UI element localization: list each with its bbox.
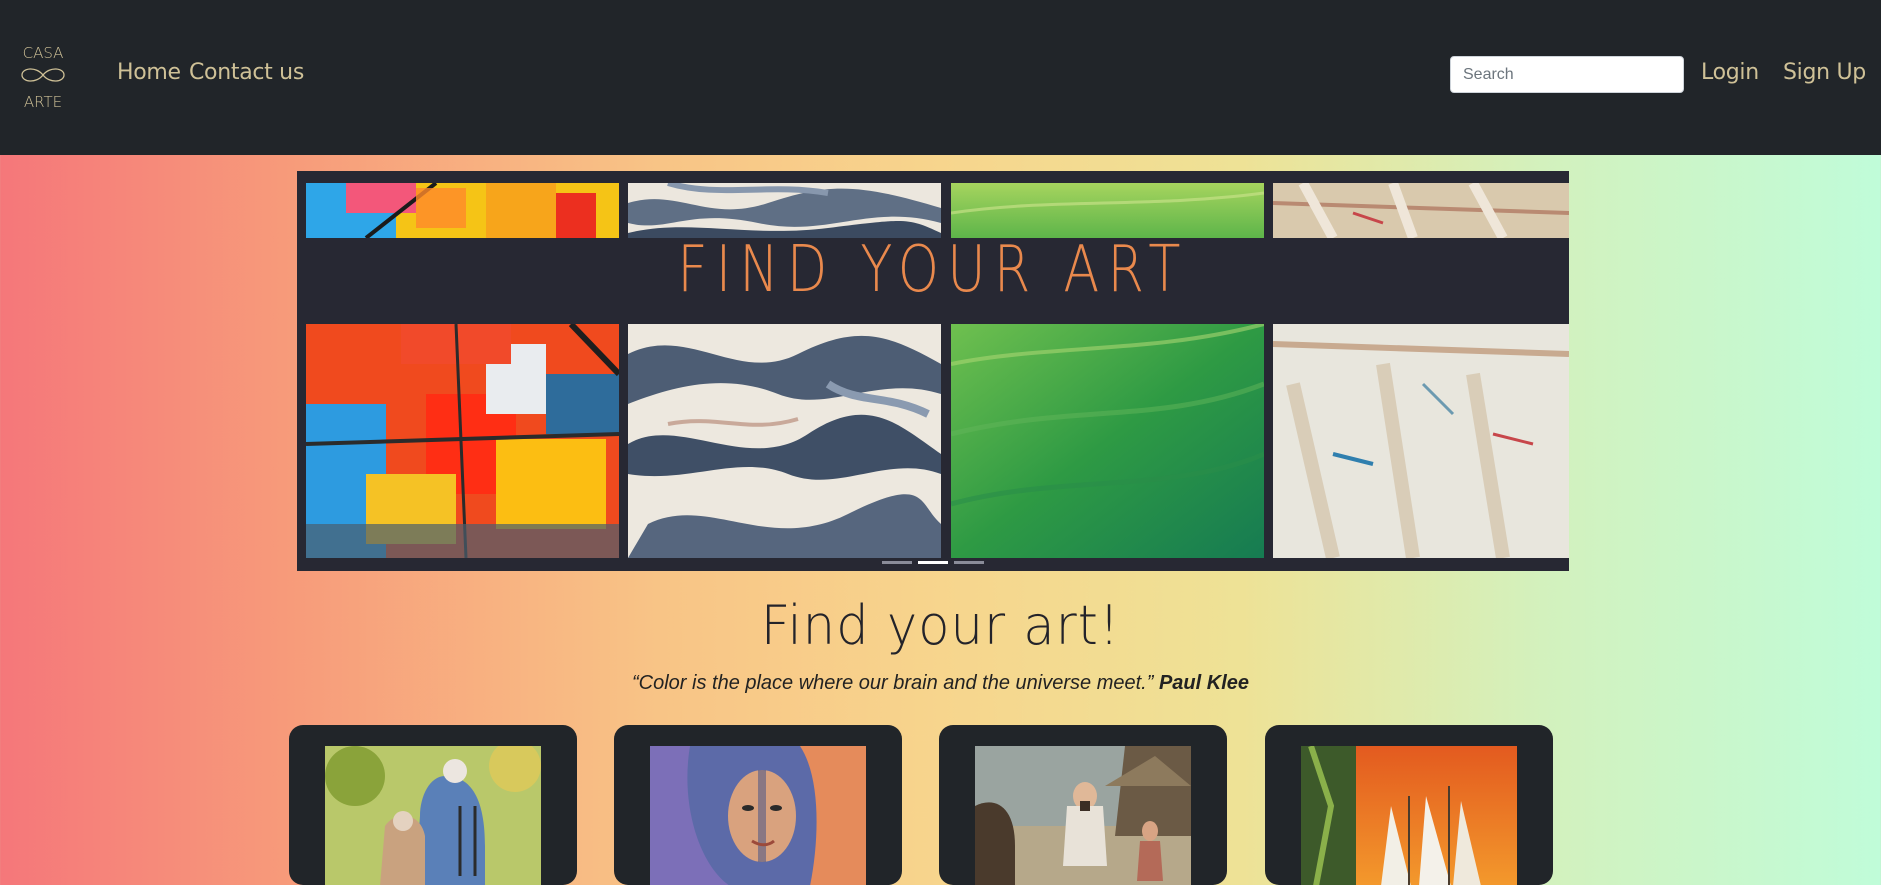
- quote-text: “Color is the place where our brain and …: [632, 672, 1154, 694]
- quote: “Color is the place where our brain and …: [0, 672, 1881, 695]
- carousel-indicator-2[interactable]: [918, 561, 948, 564]
- casa-arte-logo[interactable]: CASA ARTE: [16, 38, 70, 112]
- marble-swirl-painting: [628, 324, 941, 558]
- carousel-indicator-1[interactable]: [882, 561, 912, 564]
- green-field-painting: [951, 324, 1264, 558]
- farmer-scene-painting[interactable]: [975, 746, 1191, 885]
- art-card[interactable]: [289, 725, 577, 885]
- navbar: CASA ARTE Home Contact us Login Sign Up: [0, 0, 1881, 155]
- carousel-indicator-3[interactable]: [954, 561, 984, 564]
- quote-author: Paul Klee: [1158, 672, 1249, 694]
- textured-beige-painting: [1273, 324, 1569, 558]
- login-link[interactable]: Login: [1701, 60, 1759, 85]
- woman-portrait-painting[interactable]: [650, 746, 866, 885]
- art-card[interactable]: [614, 725, 902, 885]
- svg-text:CASA: CASA: [23, 44, 64, 62]
- hero-carousel: FIND YOUR ART: [297, 171, 1569, 571]
- svg-text:ARTE: ARTE: [24, 93, 62, 111]
- page-title: Find your art!: [760, 594, 1121, 657]
- nav-contact-link[interactable]: Contact us: [189, 60, 304, 85]
- sailboats-sunset-painting[interactable]: [1301, 746, 1517, 885]
- nav-home-link[interactable]: Home: [117, 60, 181, 85]
- search-input[interactable]: [1450, 56, 1684, 93]
- signup-link[interactable]: Sign Up: [1783, 60, 1866, 85]
- elderly-couple-painting[interactable]: [325, 746, 541, 885]
- abstract-colorful-painting: [306, 324, 619, 558]
- hero-title: FIND YOUR ART: [677, 233, 1189, 307]
- art-card[interactable]: [939, 725, 1227, 885]
- art-card[interactable]: [1265, 725, 1553, 885]
